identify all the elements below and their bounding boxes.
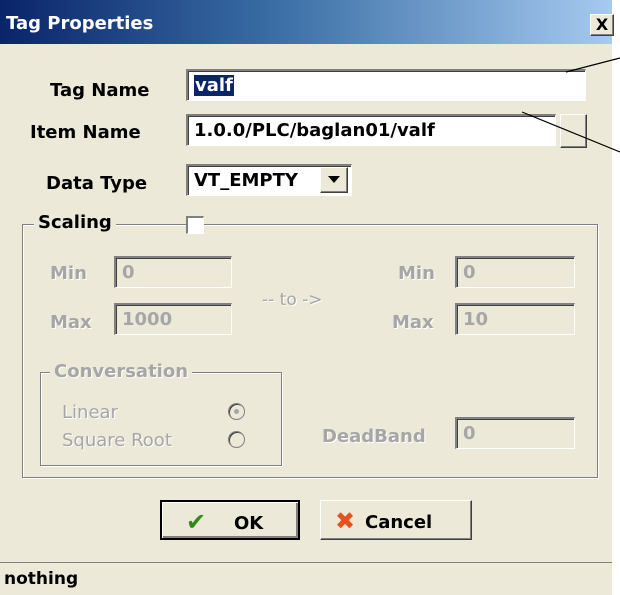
annotation-lines [521, 57, 620, 153]
annotation-line-tag-name [565, 57, 620, 73]
annotation-line-item-name [521, 111, 620, 153]
